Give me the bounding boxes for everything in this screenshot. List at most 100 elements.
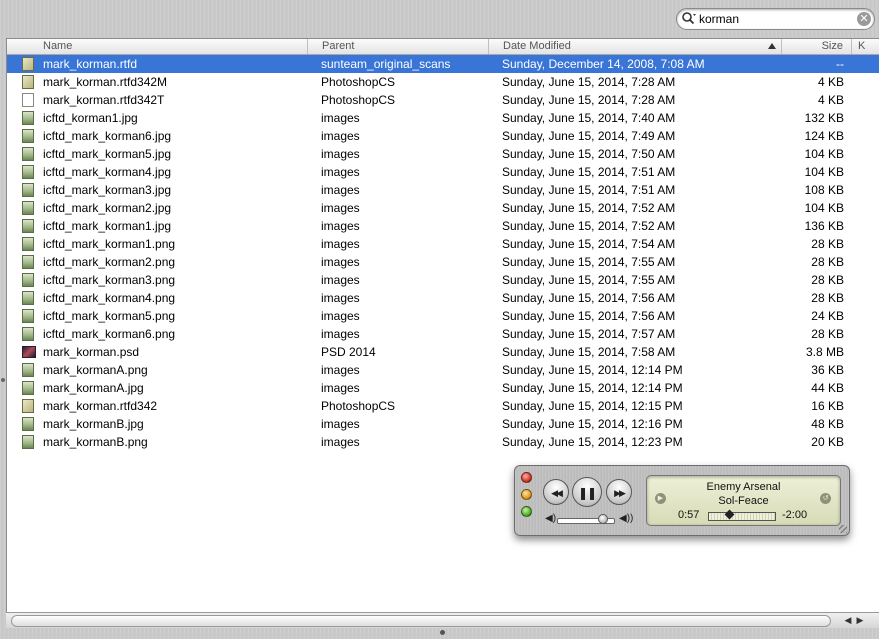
file-parent: images: [321, 219, 360, 233]
scroll-left-arrow-icon[interactable]: ◀: [843, 615, 853, 626]
file-row[interactable]: icftd_mark_korman2.png images Sunday, June…: [7, 253, 879, 271]
rtf-document-icon: [22, 57, 34, 71]
search-input[interactable]: [699, 10, 849, 27]
column-header-size[interactable]: Size: [782, 39, 852, 54]
file-size: 108 KB: [804, 183, 844, 197]
file-icon-cell: [22, 147, 39, 161]
file-row[interactable]: mark_kormanA.jpg images Sunday, June 15, 2…: [7, 379, 879, 397]
scroll-right-arrow-icon[interactable]: ▶: [855, 615, 865, 626]
window-resize-dot[interactable]: [440, 630, 445, 635]
image-file-icon: [22, 111, 34, 125]
file-row[interactable]: mark_korman.rtfd342T PhotoshopCS Sunday, J…: [7, 91, 879, 109]
remaining-time: -2:00: [782, 509, 808, 521]
file-size: 20 KB: [811, 435, 844, 449]
file-row[interactable]: icftd_mark_korman1.jpg images Sunday, June…: [7, 217, 879, 235]
volume-high-icon: ◀)): [619, 513, 634, 524]
file-row[interactable]: mark_kormanB.jpg images Sunday, June 15, 2…: [7, 415, 879, 433]
file-name: icftd_mark_korman5.jpg: [43, 147, 172, 161]
file-icon-cell: [22, 291, 39, 305]
close-button[interactable]: [521, 472, 532, 483]
file-icon-cell: [22, 201, 39, 215]
magnifier-icon[interactable]: [681, 11, 697, 27]
file-size: 28 KB: [811, 273, 844, 287]
file-size: 36 KB: [811, 363, 844, 377]
file-icon-cell: [22, 417, 39, 431]
volume-slider-knob[interactable]: [597, 514, 608, 524]
file-name: icftd_mark_korman2.png: [43, 255, 176, 269]
track-progress-bar[interactable]: [708, 512, 776, 521]
file-row[interactable]: mark_korman.rtfd342M PhotoshopCS Sunday, J…: [7, 73, 879, 91]
window-toolbar: ✕: [0, 0, 879, 38]
image-file-icon: [22, 291, 34, 305]
zoom-button[interactable]: [521, 506, 532, 517]
image-file-icon: [22, 237, 34, 251]
column-header-date-modified[interactable]: Date Modified: [489, 39, 782, 54]
horizontal-scrollbar[interactable]: ◀ ▶: [6, 612, 879, 628]
file-parent: sunteam_original_scans: [321, 57, 451, 71]
sidebar-splitter-handle[interactable]: [1, 378, 5, 382]
file-row[interactable]: icftd_mark_korman4.png images Sunday, June…: [7, 289, 879, 307]
file-size: 136 KB: [804, 219, 844, 233]
clear-search-icon[interactable]: ✕: [857, 12, 871, 26]
file-name: icftd_mark_korman5.png: [43, 309, 176, 323]
resize-grip-icon[interactable]: [839, 525, 847, 533]
file-parent: PSD 2014: [321, 345, 376, 359]
scrollbar-thumb[interactable]: [11, 615, 831, 627]
file-name: icftd_mark_korman4.jpg: [43, 165, 172, 179]
file-row[interactable]: mark_kormanB.png images Sunday, June 15, 2…: [7, 433, 879, 451]
file-row[interactable]: icftd_mark_korman4.jpg images Sunday, June…: [7, 163, 879, 181]
file-name: mark_korman.psd: [43, 345, 140, 359]
file-parent: images: [321, 327, 360, 341]
track-artist: Enemy Arsenal: [706, 481, 781, 493]
file-icon-cell: [22, 345, 39, 359]
file-size: 4 KB: [817, 93, 844, 107]
file-parent: images: [321, 201, 360, 215]
file-row[interactable]: mark_korman.rtfd342 PhotoshopCS Sunday, Ju…: [7, 397, 879, 415]
file-row[interactable]: mark_korman.psd PSD 2014 Sunday, June 15, …: [7, 343, 879, 361]
track-display: ▶ ↺ Enemy Arsenal Sol-Feace 0:57 -2:00: [646, 475, 841, 526]
file-size: 44 KB: [811, 381, 844, 395]
file-row[interactable]: icftd_mark_korman3.png images Sunday, June…: [7, 271, 879, 289]
file-row[interactable]: icftd_mark_korman1.png images Sunday, June…: [7, 235, 879, 253]
column-header-kind[interactable]: K: [852, 39, 879, 54]
file-name: icftd_mark_korman3.jpg: [43, 183, 172, 197]
file-name: icftd_mark_korman6.png: [43, 327, 176, 341]
rewind-button[interactable]: ◀◀: [543, 479, 569, 505]
file-row[interactable]: icftd_mark_korman2.jpg images Sunday, June…: [7, 199, 879, 217]
file-name: mark_kormanA.png: [43, 363, 148, 377]
rtf-document-icon: [22, 75, 34, 89]
file-row[interactable]: mark_korman.rtfd sunteam_original_scans Su…: [7, 55, 879, 73]
file-icon-cell: [22, 75, 39, 89]
file-icon-cell: [22, 381, 39, 395]
file-icon-cell: [22, 111, 39, 125]
file-row[interactable]: icftd_mark_korman6.png images Sunday, June…: [7, 325, 879, 343]
column-header-parent[interactable]: Parent: [308, 39, 489, 54]
column-header: Name Parent Date Modified Size K: [7, 39, 879, 55]
search-field[interactable]: ✕: [676, 8, 875, 30]
file-icon-cell: [22, 129, 39, 143]
pause-icon: ❚❚: [577, 486, 597, 500]
file-icon-cell: [22, 219, 39, 233]
file-size: 28 KB: [811, 255, 844, 269]
file-row[interactable]: icftd_korman1.jpg images Sunday, June 15, …: [7, 109, 879, 127]
fast-forward-button[interactable]: ▶▶: [606, 479, 632, 505]
column-header-name[interactable]: Name: [7, 39, 308, 54]
file-name: mark_kormanB.png: [43, 435, 148, 449]
file-parent: images: [321, 273, 360, 287]
image-file-icon: [22, 183, 34, 197]
file-name: mark_kormanA.jpg: [43, 381, 144, 395]
image-file-icon: [22, 417, 34, 431]
file-row[interactable]: icftd_mark_korman5.jpg images Sunday, June…: [7, 145, 879, 163]
file-name: icftd_mark_korman1.png: [43, 237, 176, 251]
file-parent: images: [321, 255, 360, 269]
file-row[interactable]: icftd_mark_korman3.jpg images Sunday, June…: [7, 181, 879, 199]
pause-button[interactable]: ❚❚: [572, 477, 602, 507]
file-name: mark_korman.rtfd342M: [43, 75, 168, 89]
minimize-button[interactable]: [521, 489, 532, 500]
file-size: 132 KB: [804, 111, 844, 125]
file-icon-cell: [22, 255, 39, 269]
file-row[interactable]: icftd_mark_korman5.png images Sunday, June…: [7, 307, 879, 325]
file-row[interactable]: mark_kormanA.png images Sunday, June 15, 2…: [7, 361, 879, 379]
fast-forward-icon: ▶▶: [614, 488, 626, 498]
file-row[interactable]: icftd_mark_korman6.jpg images Sunday, June…: [7, 127, 879, 145]
